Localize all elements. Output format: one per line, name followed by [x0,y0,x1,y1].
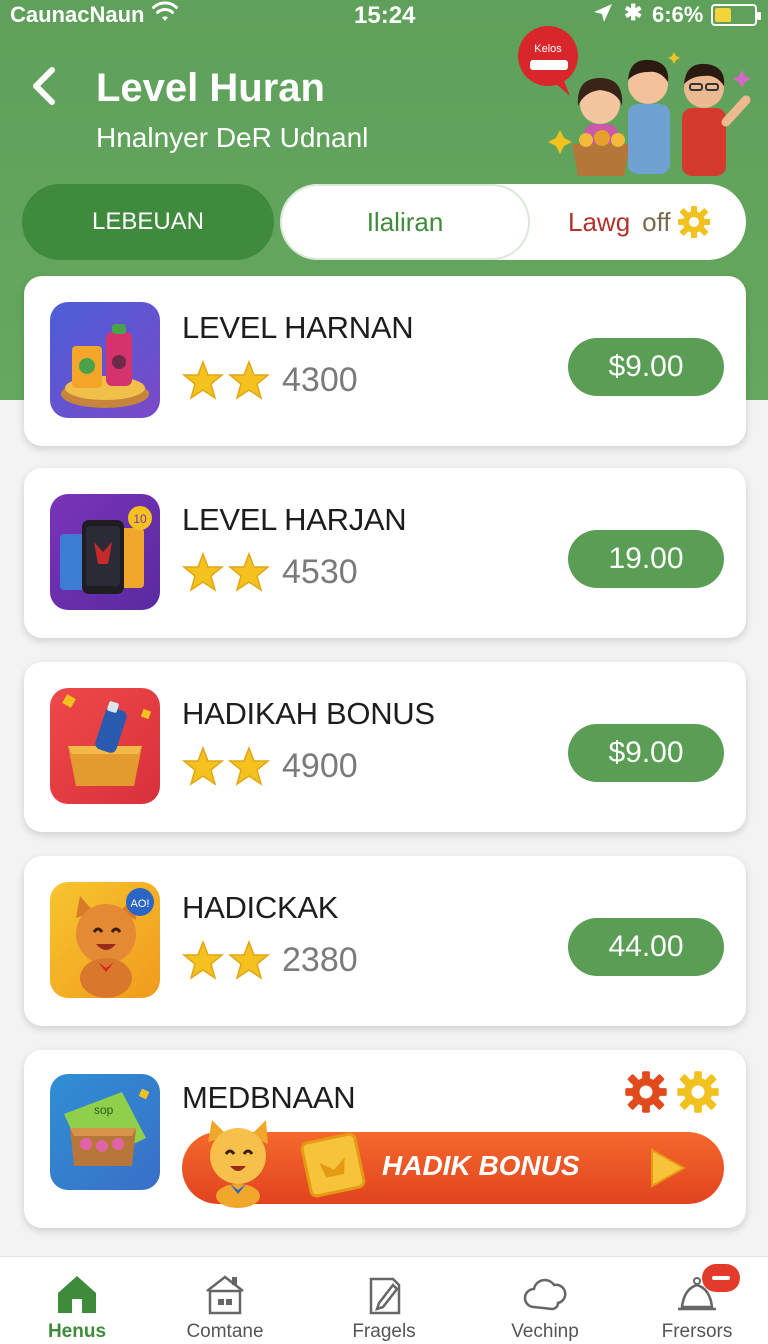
level-card[interactable]: 10 LEVEL HARJAN 4530 19.00 [24,468,746,638]
tab-lebeuan[interactable]: LEBEUAN [22,184,274,260]
star-icon [228,359,270,400]
nav-label: Comtane [186,1321,264,1342]
item-score: 4300 [282,360,358,399]
star-icon [182,359,224,400]
tab-lawg-off[interactable]: Lawg off [550,184,740,260]
star-rating: 4900 [182,742,358,790]
star-rating: 4530 [182,548,358,596]
nav-vechinp[interactable]: Vechinp [468,1257,622,1344]
gift-basket-thumbnail [50,688,160,804]
tab-ilaliran[interactable]: Ilaliran [280,184,530,260]
edit-doc-icon [369,1277,401,1315]
nav-label: Frersors [661,1321,733,1342]
level-card[interactable]: HADIKAH BONUS 4900 $9.00 [24,662,746,832]
cloud-icon [523,1278,567,1311]
bubble-text: Kelos [534,43,562,55]
promo-name: MEDBNAAN [182,1080,356,1115]
carrier-name: CaunacNaun [10,2,145,27]
speech-bubble-icon: Kelos [518,26,578,96]
home-icon [58,1276,96,1313]
gear-icon[interactable] [676,1070,720,1114]
star-rating: 2380 [182,936,358,984]
star-icon [228,551,270,592]
gear-icon [677,206,710,238]
chevron-left-icon [33,67,55,105]
svg-text:AO!: AO! [131,898,150,910]
battery-percent: 6:6% [652,2,704,27]
star-icon [182,551,224,592]
gift-box-thumbnail: sop [50,1074,160,1190]
tab-lawg-label: Lawg [568,206,631,237]
gear-icon[interactable] [624,1070,668,1114]
bonus-banner-button[interactable]: HADIK BONUS [182,1120,724,1208]
clock: 15:24 [354,2,416,29]
notification-badge [702,1264,740,1292]
nav-comtane[interactable]: Comtane [148,1257,302,1344]
store-icon [206,1275,244,1315]
item-score: 4900 [282,746,358,785]
battery-icon [711,4,761,26]
nav-label: Henus [47,1321,107,1342]
segmented-tabs: LEBEUAN Ilaliran Lawg off [22,184,746,262]
tab-group: Ilaliran Lawg off [280,184,746,260]
level-card[interactable]: AO! HADICKAK 2380 44.00 [24,856,746,1026]
price-button[interactable]: $9.00 [568,724,724,782]
star-rating: 4300 [182,356,358,404]
item-score: 2380 [282,940,358,979]
price-button[interactable]: $9.00 [568,338,724,396]
wifi-icon [152,1,178,21]
star-icon [228,939,270,980]
item-name: HADICKAK [182,890,339,925]
svg-text:10: 10 [133,512,147,526]
phone-bundle-thumbnail: 10 [50,494,160,610]
item-name: LEVEL HARNAN [182,310,414,345]
family-illustration: Kelos [518,26,751,176]
page-subtitle: Hnalnyer DeR Udnanl [96,122,369,153]
item-name: HADIKAH BONUS [182,696,435,731]
nav-label: Vechinp [511,1321,579,1342]
price-button[interactable]: 44.00 [568,918,724,976]
item-score: 4530 [282,552,358,591]
item-name: LEVEL HARJAN [182,502,407,537]
nav-frersors[interactable]: Frersors [620,1257,768,1344]
nav-label: Fragels [352,1321,416,1342]
nav-henus[interactable]: Henus [0,1257,154,1344]
price-button[interactable]: 19.00 [568,530,724,588]
svg-text:sop: sop [94,1103,114,1117]
bottom-nav: Henus Comtane Fragels Vechinp Frersors [0,1256,768,1344]
star-icon [182,745,224,786]
bluetooth-icon: ✱ [624,0,643,25]
nav-fragels[interactable]: Fragels [307,1257,461,1344]
star-icon [182,939,224,980]
snack-pack-thumbnail [50,302,160,418]
location-arrow-icon [594,4,612,22]
bonus-label: HADIK BONUS [382,1150,580,1181]
level-card[interactable]: LEVEL HARNAN 4300 $9.00 [24,276,746,446]
cat-mascot-thumbnail: AO! [50,882,160,998]
play-arrow-icon [651,1148,687,1188]
back-button[interactable] [22,62,66,110]
tab-off-label: off [642,206,671,237]
ticket-icon [300,1132,366,1198]
page-title: Level Huran [96,66,325,110]
star-icon [228,745,270,786]
cat-mascot-icon [208,1120,268,1208]
promo-card[interactable]: sop MEDBNAAN HADIK BONUS [24,1050,746,1228]
